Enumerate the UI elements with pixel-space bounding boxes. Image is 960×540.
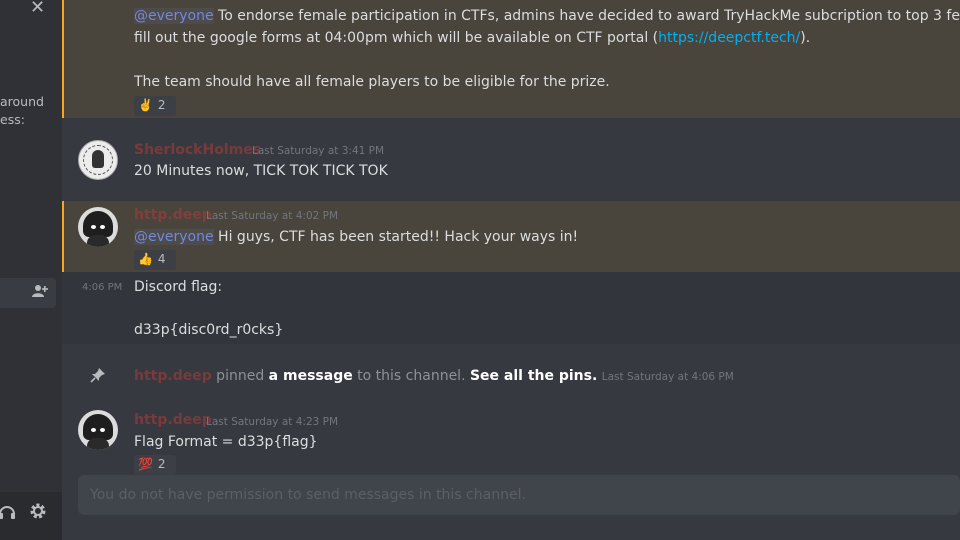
chat-area: @everyone To endorse female participatio… [62, 0, 960, 540]
mention-everyone[interactable]: @everyone [134, 8, 214, 24]
message-text: 20 Minutes now, TICK TOK TICK TOK [134, 163, 388, 179]
message-sherlock: SherlockHolmes Last Saturday at 3:41 PM … [62, 130, 960, 190]
reaction-count: 4 [157, 252, 166, 266]
mention-everyone[interactable]: @everyone [134, 229, 214, 245]
reaction-count: 2 [157, 457, 166, 471]
author-name[interactable]: http.deep [134, 207, 212, 223]
message-timestamp: Last Saturday at 4:06 PM [601, 371, 734, 383]
author-name[interactable]: SherlockHolmes [134, 142, 261, 158]
avatar[interactable] [78, 207, 118, 247]
sidebar-text-fragment: around [0, 94, 44, 109]
see-all-pins-link[interactable]: See all the pins. [470, 368, 597, 384]
reaction-count: 2 [157, 98, 166, 112]
message-discord-flag: 4:06 PM Discord flag: d33p{disc0rd_r0cks… [62, 272, 960, 344]
avatar[interactable] [78, 140, 118, 180]
author-name[interactable]: http.deep [134, 368, 212, 384]
composer-placeholder: You do not have permission to send messa… [90, 487, 526, 503]
pin-icon [90, 367, 106, 387]
avatar[interactable] [78, 410, 118, 450]
message-composer[interactable]: You do not have permission to send messa… [78, 475, 960, 515]
headset-icon[interactable] [0, 503, 16, 526]
close-icon[interactable]: ✕ [30, 0, 45, 18]
sidebar-text-fragment: ess: [0, 112, 25, 127]
message-line: @everyone To endorse female participatio… [134, 8, 960, 24]
pinned-message-link[interactable]: a message [269, 368, 353, 384]
pin-notice: http.deep pinned a message to this chann… [134, 368, 734, 384]
message-line: The team should have all female players … [134, 74, 610, 90]
channel-sidebar: ✕ around ess: [0, 0, 62, 540]
reaction-button[interactable]: ✌️ 2 [134, 96, 176, 116]
message-timestamp: Last Saturday at 3:41 PM [252, 145, 385, 157]
message-flag-format: http.deep Last Saturday at 4:23 PM Flag … [62, 402, 960, 475]
hundred-points-icon: 💯 [138, 457, 153, 471]
victory-hand-icon: ✌️ [138, 98, 153, 112]
reaction-button[interactable]: 👍 4 [134, 250, 176, 270]
message-ctf-start: http.deep Last Saturday at 4:02 PM @ever… [62, 201, 960, 272]
message-text: Flag Format = d33p{flag} [134, 434, 318, 450]
portal-link[interactable]: https://deepctf.tech/ [658, 30, 800, 46]
message-line: d33p{disc0rd_r0cks} [134, 322, 284, 338]
author-name[interactable]: http.deep [134, 412, 212, 428]
message-text: @everyone Hi guys, CTF has been started!… [134, 229, 579, 245]
message-timestamp: Last Saturday at 4:02 PM [206, 210, 339, 222]
message-timestamp: 4:06 PM [82, 282, 123, 293]
message-timestamp: Last Saturday at 4:23 PM [206, 416, 339, 428]
message-announcement: @everyone To endorse female participatio… [62, 0, 960, 118]
reaction-button[interactable]: 💯 2 [134, 455, 176, 475]
add-member-icon[interactable] [32, 284, 48, 302]
message-line: Discord flag: [134, 279, 223, 295]
message-line: fill out the google forms at 04:00pm whi… [134, 30, 811, 46]
gear-icon[interactable] [28, 501, 48, 526]
thumbs-up-icon: 👍 [138, 252, 153, 266]
